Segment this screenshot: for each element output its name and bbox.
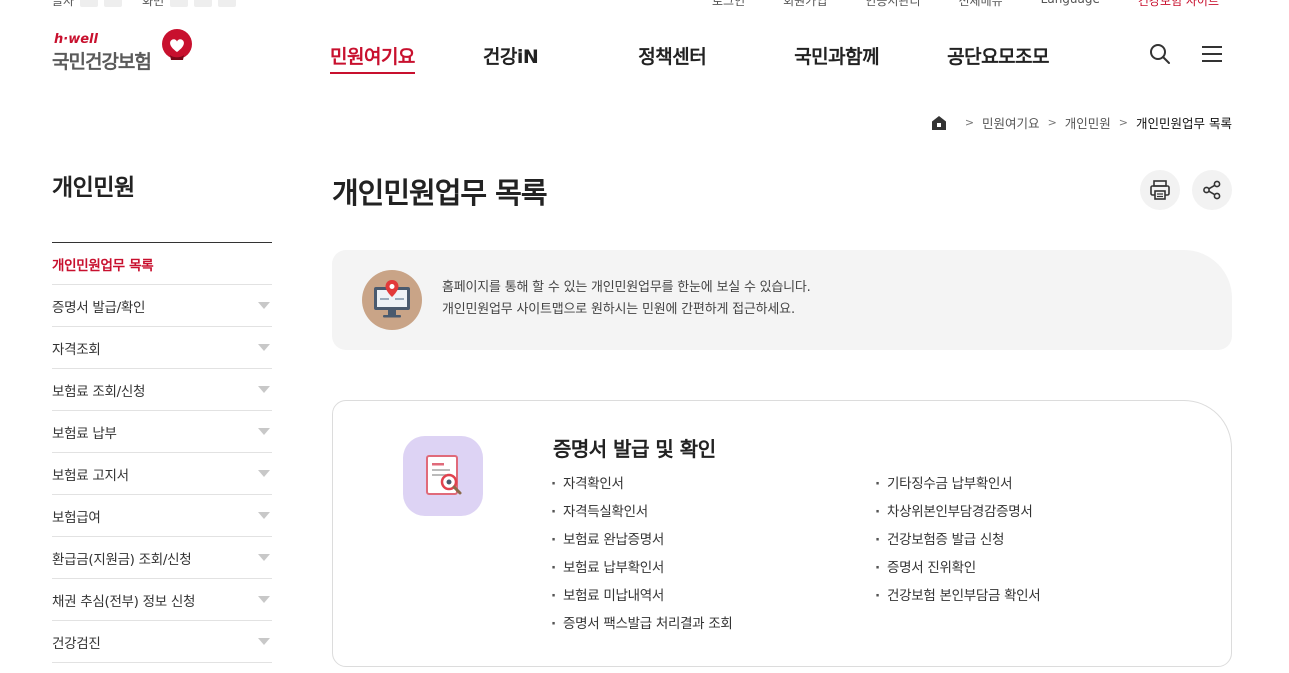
list-item[interactable]: 보험료 납부확인서 bbox=[551, 557, 733, 585]
home-icon[interactable] bbox=[931, 115, 947, 131]
sidebar-item-benefits[interactable]: 보험급여 bbox=[52, 495, 272, 537]
chevron-right-icon: > bbox=[964, 116, 975, 129]
heart-logo-icon bbox=[162, 29, 192, 60]
sidebar-item-label: 보험료 고지서 bbox=[52, 467, 129, 484]
zoom-in-button[interactable] bbox=[170, 0, 189, 7]
certificate-link-list-right: 기타징수금 납부확인서 차상위본인부담경감증명서 건강보험증 발급 신청 증명서… bbox=[875, 473, 1041, 613]
login-link[interactable]: 로그인 bbox=[712, 0, 745, 9]
chevron-down-icon bbox=[258, 596, 270, 603]
share-icon bbox=[1203, 180, 1221, 200]
sidebar-item-eligibility[interactable]: 자격조회 bbox=[52, 327, 272, 369]
side-nav-title: 개인민원 bbox=[52, 168, 272, 243]
intro-line: 개인민원업무 사이트맵으로 원하시는 민원에 간편하게 접근하세요. bbox=[442, 302, 795, 317]
sidebar-item-certificate[interactable]: 증명서 발급/확인 bbox=[52, 285, 272, 327]
all-menu-link[interactable]: 전체메뉴 bbox=[958, 0, 1002, 9]
print-button[interactable] bbox=[1140, 170, 1180, 210]
sidebar-item-refund[interactable]: 환급금(지원금) 조회/신청 bbox=[52, 537, 272, 579]
zoom-out-button[interactable] bbox=[194, 0, 213, 7]
chevron-down-icon bbox=[258, 512, 270, 519]
zoom-label: 화면 bbox=[142, 0, 165, 8]
sidebar-item-premium-notice[interactable]: 보험료 고지서 bbox=[52, 453, 272, 495]
font-decrease-button[interactable] bbox=[104, 0, 123, 7]
breadcrumb-current: 개인민원업무 목록 bbox=[1136, 116, 1232, 131]
hamburger-menu-icon[interactable] bbox=[1200, 42, 1224, 66]
list-item[interactable]: 건강보험 본인부담금 확인서 bbox=[875, 585, 1041, 613]
utility-links: 로그인 회원가입 인증서관리 전체메뉴 Language 건강보험 사이트 bbox=[712, 0, 1219, 9]
language-link[interactable]: Language bbox=[1041, 0, 1100, 9]
chevron-down-icon bbox=[258, 638, 270, 645]
zoom-reset-button[interactable] bbox=[218, 0, 237, 7]
sidebar-item-health-checkup[interactable]: 건강검진 bbox=[52, 621, 272, 663]
list-item[interactable]: 자격득실확인서 bbox=[551, 501, 733, 529]
gnb-health-in[interactable]: 건강iN bbox=[483, 42, 539, 74]
chevron-down-icon bbox=[258, 470, 270, 477]
chevron-down-icon bbox=[258, 386, 270, 393]
list-item[interactable]: 증명서 팩스발급 처리결과 조회 bbox=[551, 613, 733, 641]
breadcrumb-item-civil-service[interactable]: 민원여기요 bbox=[982, 113, 1040, 132]
sidebar-item-debt-collection[interactable]: 채권 추심(전부) 정보 신청 bbox=[52, 579, 272, 621]
chevron-right-icon: > bbox=[1118, 116, 1129, 129]
search-icon[interactable] bbox=[1148, 42, 1172, 66]
sidebar-item-premium-inquiry[interactable]: 보험료 조회/신청 bbox=[52, 369, 272, 411]
sidebar-item-label: 개인민원업무 목록 bbox=[52, 257, 154, 274]
list-item[interactable]: 자격확인서 bbox=[551, 473, 733, 501]
breadcrumb-item-personal[interactable]: 개인민원 bbox=[1065, 113, 1111, 132]
list-item[interactable]: 보험료 완납증명서 bbox=[551, 529, 733, 557]
side-navigation: 개인민원 개인민원업무 목록 증명서 발급/확인 자격조회 보험료 조회/신청 … bbox=[52, 168, 272, 663]
font-size-label: 글자 bbox=[52, 0, 75, 8]
logo-subtitle: h·well bbox=[54, 32, 98, 47]
sidebar-item-label: 건강검진 bbox=[52, 635, 101, 652]
document-search-icon bbox=[403, 436, 483, 516]
printer-icon bbox=[1150, 180, 1170, 200]
page-title: 개인민원업무 목록 bbox=[332, 176, 548, 210]
chevron-down-icon bbox=[258, 344, 270, 351]
signup-link[interactable]: 회원가입 bbox=[783, 0, 827, 9]
site-header: h·well 국민건강보험 민원여기요 건강iN 정책센터 국민과함께 공단요모… bbox=[0, 20, 1289, 90]
sidebar-item-label: 보험료 납부 bbox=[52, 425, 117, 442]
gnb-about-corporation[interactable]: 공단요모조모 bbox=[947, 42, 1049, 74]
sidebar-item-label: 보험급여 bbox=[52, 509, 101, 526]
health-insurance-site-link[interactable]: 건강보험 사이트 bbox=[1138, 0, 1219, 9]
chevron-down-icon bbox=[258, 554, 270, 561]
logo[interactable]: h·well 국민건강보험 bbox=[52, 29, 202, 80]
chevron-right-icon: > bbox=[1047, 116, 1057, 129]
list-item[interactable]: 차상위본인부담경감증명서 bbox=[875, 501, 1040, 529]
sidebar-item-personal-list[interactable]: 개인민원업무 목록 bbox=[52, 243, 272, 285]
intro-banner: 홈페이지를 통해 할 수 있는 개인민원업무를 한눈에 보실 수 있습니다. 개… bbox=[332, 250, 1232, 350]
sidebar-item-premium-payment[interactable]: 보험료 납부 bbox=[52, 411, 272, 453]
certificate-card: 증명서 발급 및 확인 자격확인서 자격득실확인서 보험료 완납증명서 보험료 … bbox=[332, 400, 1232, 667]
certificate-link-list-left: 자격확인서 자격득실확인서 보험료 완납증명서 보험료 납부확인서 보험료 미납… bbox=[551, 473, 733, 641]
text-size-controls: 글자 화면 bbox=[52, 0, 237, 9]
chevron-down-icon bbox=[258, 428, 270, 435]
sidebar-item-label: 보험료 조회/신청 bbox=[52, 383, 146, 400]
font-increase-button[interactable] bbox=[80, 0, 99, 7]
list-item[interactable]: 증명서 진위확인 bbox=[875, 557, 1040, 585]
certificate-link[interactable]: 인증서관리 bbox=[865, 0, 920, 9]
card-title: 증명서 발급 및 확인 bbox=[553, 437, 716, 461]
sidebar-item-label: 자격조회 bbox=[52, 341, 101, 358]
gnb-policy-center[interactable]: 정책센터 bbox=[638, 42, 706, 74]
sidebar-item-label: 채권 추심(전부) 정보 신청 bbox=[52, 593, 196, 610]
utility-bar: 글자 화면 로그인 회원가입 인증서관리 전체메뉴 Language 건강보험 … bbox=[0, 0, 1289, 9]
monitor-location-icon bbox=[362, 270, 422, 330]
chevron-down-icon bbox=[258, 302, 270, 309]
list-item[interactable]: 건강보험증 발급 신청 bbox=[875, 529, 1040, 557]
logo-title: 국민건강보험 bbox=[52, 51, 152, 73]
breadcrumb: > 민원여기요 > 개인민원 > 개인민원업무 목록 bbox=[931, 113, 1232, 132]
share-button[interactable] bbox=[1192, 170, 1232, 210]
list-item[interactable]: 보험료 미납내역서 bbox=[551, 585, 733, 613]
intro-line: 홈페이지를 통해 할 수 있는 개인민원업무를 한눈에 보실 수 있습니다. bbox=[442, 280, 811, 295]
intro-text: 홈페이지를 통해 할 수 있는 개인민원업무를 한눈에 보실 수 있습니다. 개… bbox=[442, 277, 811, 321]
gnb-with-people[interactable]: 국민과함께 bbox=[794, 42, 879, 74]
list-item[interactable]: 기타징수금 납부확인서 bbox=[875, 473, 1040, 501]
sidebar-item-label: 환급금(지원금) 조회/신청 bbox=[52, 551, 192, 568]
sidebar-item-label: 증명서 발급/확인 bbox=[52, 299, 146, 316]
gnb-civil-service[interactable]: 민원여기요 bbox=[330, 42, 415, 74]
main-navigation: 민원여기요 건강iN 정책센터 국민과함께 공단요모조모 bbox=[330, 42, 1049, 74]
